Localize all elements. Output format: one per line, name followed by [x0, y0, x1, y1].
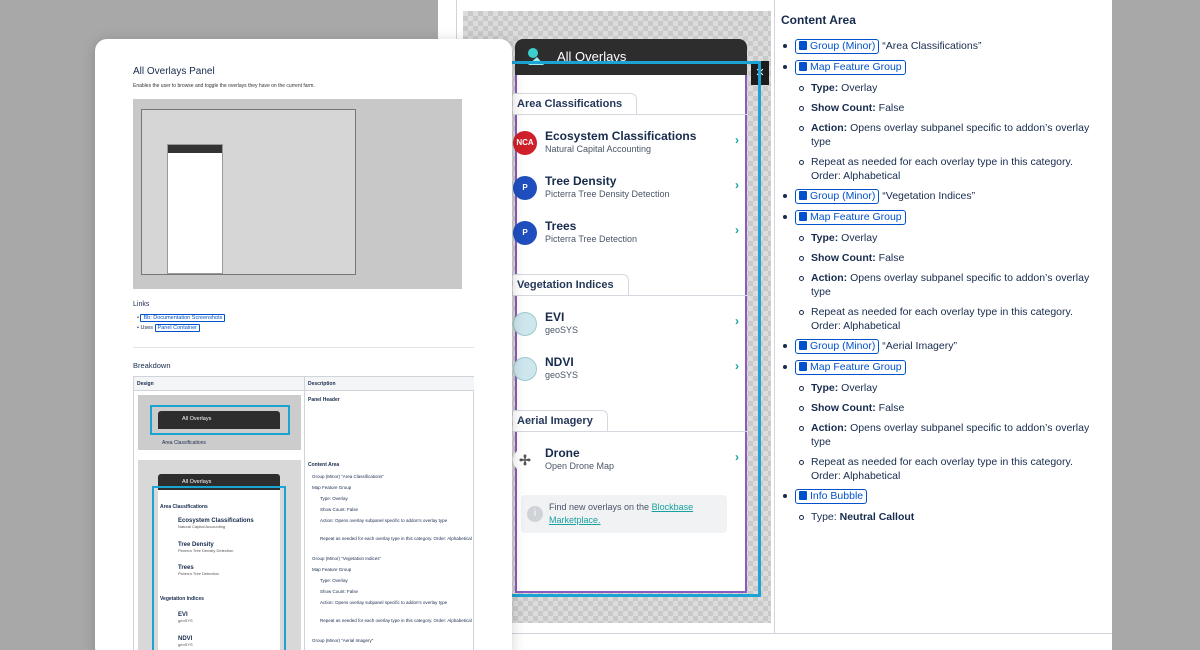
breakdown-table: All Overlays ✕ Area Classifications NCA … [456, 0, 1112, 634]
divider [133, 347, 474, 348]
list-item: Show Count: False [781, 101, 1103, 115]
list-item: Repeat as needed for each overlay type i… [781, 155, 1103, 183]
panel-preview-image [133, 99, 462, 289]
content-highlight [152, 486, 286, 650]
documentation-screenshots-link[interactable]: Bb: Documentation Screenshots [140, 314, 226, 322]
list-item: Show Count: False [781, 251, 1103, 265]
mini-item: Ecosystem Classifications Natural Capital… [178, 518, 254, 529]
column-header-description: Description [305, 377, 474, 391]
list-item: Group (Minor) “Aerial Imagery” [781, 339, 1103, 354]
panel-container-link[interactable]: Panel Container [154, 324, 200, 332]
page-icon [799, 191, 807, 200]
desc-line: Action: Opens overlay subpanel specific … [320, 518, 448, 523]
list-item: Info Bubble [781, 489, 1103, 504]
mini-item: Tree Density Picterra Tree Density Detect… [178, 542, 234, 553]
desc-line: Map Feature Group [312, 485, 352, 490]
content-design-image: All Overlays Area Classifications Ecosys… [138, 460, 301, 650]
list-item: Group (Minor) “Area Classifications” [781, 39, 1103, 54]
header-design-image: All Overlays Area Classifications [138, 395, 301, 450]
mini-item: EVI geoSYS [178, 612, 193, 623]
map-feature-group-link[interactable]: Map Feature Group [795, 360, 906, 375]
list-item: Type: Overlay [781, 231, 1103, 245]
page-icon [799, 362, 807, 371]
front-document: All Overlays Panel Enables the user to b… [95, 39, 512, 650]
description-cell: Content Area Group (Minor) “Area Classif… [775, 0, 1112, 633]
map-feature-group-link[interactable]: Map Feature Group [795, 60, 906, 75]
desc-line: Group (Minor) “Vegetation Indices” [312, 556, 382, 561]
breakdown-table-small: Design Description All Overlays Area Cla… [133, 376, 474, 650]
list-item: Action: Opens overlay subpanel specific … [781, 121, 1103, 149]
mini-item: Trees Picterra Tree Detection [178, 565, 219, 576]
list-item: Action: Opens overlay subpanel specific … [781, 271, 1103, 299]
page-icon [799, 212, 807, 221]
map-feature-group-link[interactable]: Map Feature Group [795, 210, 906, 225]
desc-line: Repeat as needed for each overlay type i… [320, 536, 472, 541]
mini-item: NDVI geoSYS [178, 636, 193, 647]
back-document: All Overlays ✕ Area Classifications NCA … [438, 0, 1112, 650]
desc-line: Show Count: False [320, 589, 359, 594]
page-icon [799, 62, 807, 71]
column-header-design: Design [134, 377, 304, 391]
list-item: Map Feature Group [781, 60, 1103, 75]
row-desc-content-area: Content Area [308, 462, 340, 468]
desc-line: Map Feature Group [312, 567, 352, 572]
content-area-list: Group (Minor) “Area Classifications” Map… [781, 39, 1103, 524]
list-item: Type: Overlay [781, 81, 1103, 95]
column-divider [304, 377, 305, 650]
page-icon [799, 491, 807, 500]
desc-line: Action: Opens overlay subpanel specific … [320, 600, 448, 605]
preview-mini-header [168, 145, 222, 153]
desc-line: Repeat as needed for each overlay type i… [320, 618, 472, 623]
link-row: • Bb: Documentation Screenshots [137, 314, 226, 322]
list-item: Map Feature Group [781, 360, 1103, 375]
group-minor-link[interactable]: Group (Minor) [795, 339, 880, 354]
list-item: Type: Overlay [781, 381, 1103, 395]
mini-section-label: Vegetation Indices [160, 596, 204, 602]
desc-line: Type: Overlay [320, 578, 348, 583]
row-desc-panel-header: Panel Header [308, 397, 340, 403]
links-title: Links [133, 301, 150, 308]
desc-line: Group (Minor) “Area Classifications” [312, 474, 384, 479]
mini-section-label: Area Classifications [162, 440, 206, 446]
page-title: All Overlays Panel [133, 66, 215, 77]
list-item: Repeat as needed for each overlay type i… [781, 305, 1103, 333]
desc-line: Group (Minor) “Aerial Imagery” [312, 638, 374, 643]
content-area-highlight [509, 61, 761, 597]
list-item: Show Count: False [781, 401, 1103, 415]
list-item: Group (Minor) “Vegetation Indices” [781, 189, 1103, 204]
page-icon [799, 341, 807, 350]
info-bubble-link[interactable]: Info Bubble [795, 489, 868, 504]
link-row: • Uses Panel Container [137, 324, 200, 332]
list-item: Action: Opens overlay subpanel specific … [781, 421, 1103, 449]
content-area-title: Content Area [781, 13, 856, 27]
list-item: Map Feature Group [781, 210, 1103, 225]
mini-section-label: Area Classifications [160, 504, 208, 510]
preview-mini-panel [167, 144, 223, 274]
page-subtitle: Enables the user to browse and toggle th… [133, 83, 315, 89]
list-item: Type: Neutral Callout [781, 510, 1103, 524]
group-minor-link[interactable]: Group (Minor) [795, 189, 880, 204]
desc-line: Show Count: False [320, 507, 359, 512]
list-item: Repeat as needed for each overlay type i… [781, 455, 1103, 483]
header-highlight [150, 405, 290, 435]
breakdown-title: Breakdown [133, 361, 171, 370]
page-icon [799, 41, 807, 50]
desc-line: Type: Overlay [320, 496, 348, 501]
group-minor-link[interactable]: Group (Minor) [795, 39, 880, 54]
